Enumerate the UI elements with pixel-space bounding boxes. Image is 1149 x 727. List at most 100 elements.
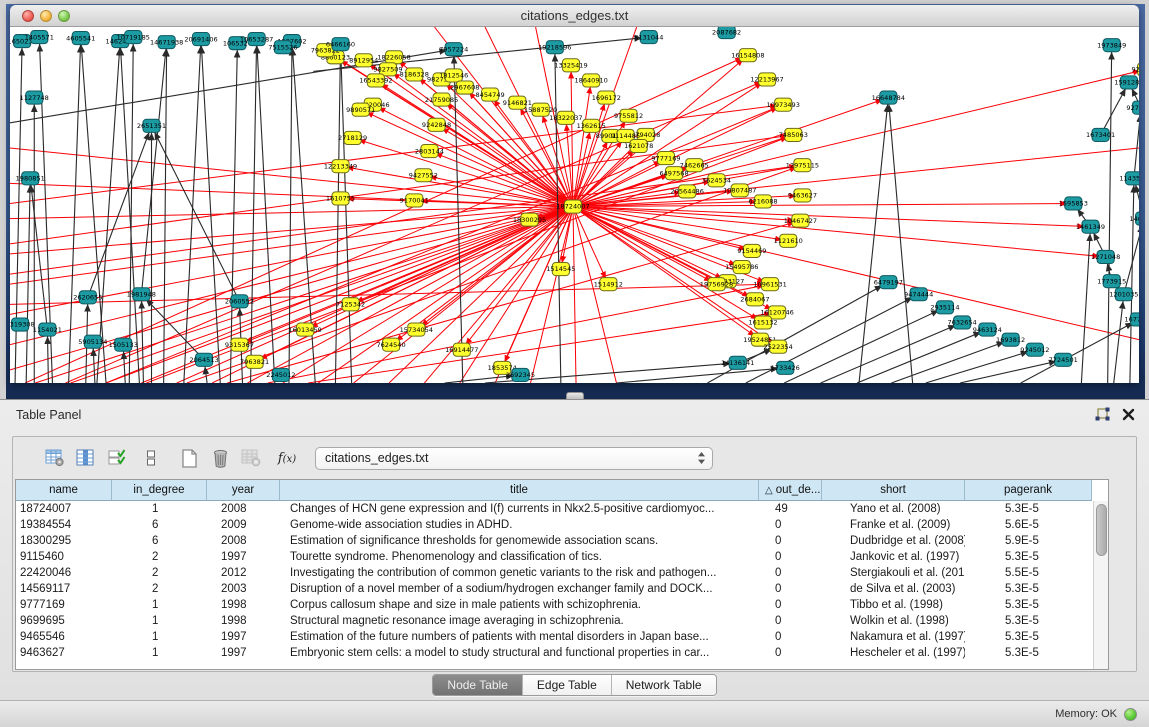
network-node[interactable]: 1610755 [326,192,355,205]
table-row[interactable]: 1830029562008Estimation of significance … [16,533,1108,549]
network-node[interactable]: 6216088 [748,195,777,208]
tab-edge-table[interactable]: Edge Table [522,675,611,696]
network-node[interactable]: 12213349 [324,160,357,173]
network-node[interactable]: 1773915 [1097,275,1126,288]
close-panel-icon[interactable] [1122,408,1135,426]
network-node[interactable]: 1461349 [1076,220,1105,233]
network-node[interactable]: 8454749 [476,88,505,101]
network-node[interactable]: 1319308 [10,318,35,331]
network-node[interactable]: 2245012 [266,368,295,381]
network-node[interactable]: 8186328 [400,68,429,81]
network-window-titlebar[interactable]: citations_edges.txt [10,5,1139,27]
network-node[interactable]: 21759085 [425,93,458,106]
network-node[interactable]: 9274126 [1126,101,1139,114]
column-visibility-icon[interactable] [73,446,97,470]
column-header-title[interactable]: title [280,480,759,501]
table-row[interactable]: 2242004622012Investigating the contribut… [16,565,1108,581]
table-scrollbar-thumb[interactable] [1096,504,1107,556]
network-node[interactable]: 9755812 [614,109,643,122]
network-node[interactable]: 7957224 [439,43,468,56]
network-node[interactable]: 7963821 [240,355,269,368]
table-settings-icon[interactable] [43,446,67,470]
network-node[interactable]: 2718129 [338,131,367,144]
network-node[interactable]: 7624540 [376,338,405,351]
network-node[interactable]: 1127748 [20,91,49,104]
row-selection-icon[interactable] [105,446,129,470]
column-header-short[interactable]: short [822,480,965,501]
network-node[interactable]: 1121610 [774,234,803,247]
network-node[interactable]: 1615132 [748,316,777,329]
table-row[interactable]: 977716911998Corpus callosum shape and si… [16,597,1108,613]
network-canvas[interactable]: 1872400788601238912954182260589827509165… [10,27,1139,383]
function-icon[interactable]: f(x) [275,446,299,470]
column-header-name[interactable]: name [16,480,112,501]
table-row[interactable]: 946362711997Embryonic stem cells: a mode… [16,645,1108,661]
network-node[interactable]: 2803144 [415,144,444,157]
network-node[interactable]: 9427552 [409,169,438,182]
network-node[interactable]: 1733426 [771,361,800,374]
trash-icon[interactable] [208,446,232,470]
network-node[interactable]: 1591287 [1114,76,1139,89]
network-node[interactable]: 2087682 [712,27,741,39]
network-node[interactable]: 1595853 [1059,197,1088,210]
network-node[interactable]: 1980851 [16,172,45,185]
delete-table-icon-disabled[interactable] [239,446,263,470]
network-node[interactable]: 10961531 [753,278,786,291]
network-node[interactable]: 16648784 [872,91,905,104]
network-node[interactable]: 20691406 [184,33,217,46]
network-node[interactable]: 14671938 [150,36,183,49]
network-node[interactable]: 1469203 [1129,212,1139,225]
network-node[interactable]: 7485063 [779,128,808,141]
network-node[interactable]: 10467427 [784,214,817,227]
table-row[interactable]: 1456911722003Disruption of a novel membe… [16,581,1108,597]
table-scrollbar[interactable] [1093,501,1108,669]
network-node[interactable]: 9227401 [1131,63,1139,76]
network-node[interactable]: 1693812 [996,333,1025,346]
column-header-in_degree[interactable]: in_degree [112,480,207,501]
network-node[interactable]: 1201035 [1109,288,1138,301]
network-node[interactable]: 15495786 [725,260,758,273]
network-node[interactable]: 19756928 [700,278,733,291]
network-node[interactable]: 8131044 [634,31,663,44]
split-pane-handle[interactable] [566,392,584,399]
network-node[interactable]: 9170041 [400,194,429,207]
network-node[interactable]: 10807487 [723,184,756,197]
network-node[interactable]: 18640910 [574,74,607,87]
network-node[interactable]: 1677206 [1124,313,1139,326]
column-header-out_degree[interactable]: △out_de... [759,480,822,501]
network-node[interactable]: 7724501 [1049,353,1078,366]
row-height-icon[interactable] [139,446,163,470]
table-row[interactable]: 1938455462009Genome-wide association stu… [16,517,1108,533]
memory-ok-indicator[interactable] [1124,708,1137,721]
network-node[interactable]: 9463627 [788,189,817,202]
network-node[interactable]: 1271048 [1091,250,1120,263]
network-node[interactable]: 4605541 [66,32,95,45]
table-selector-dropdown[interactable]: citations_edges.txt [315,447,713,470]
network-node[interactable]: 9474444 [904,288,933,301]
network-node[interactable]: 2651351 [137,119,166,132]
tab-network-table[interactable]: Network Table [611,675,716,696]
network-node[interactable]: 1696172 [592,91,621,104]
network-node[interactable]: 19218596 [538,41,571,54]
network-node[interactable]: 16914477 [445,343,478,356]
network-node[interactable]: 9777169 [651,152,680,165]
network-node[interactable]: 14136141 [721,356,754,369]
network-node[interactable]: 1621078 [624,139,653,152]
network-node[interactable]: 9154469 [737,244,766,257]
network-node[interactable]: 3624534 [702,174,731,187]
float-window-icon[interactable] [1095,407,1110,426]
network-node[interactable]: 16543392 [359,74,392,87]
network-node[interactable]: 1973849 [1097,39,1126,52]
network-node[interactable]: 16013459 [288,323,321,336]
table-row[interactable]: 946554611997Estimation of the future num… [16,629,1108,645]
network-svg[interactable]: 1872400788601238912954182260589827509165… [10,27,1139,383]
column-header-pagerank[interactable]: pagerank [965,480,1092,501]
network-node[interactable]: 6479197 [874,276,903,289]
network-node[interactable]: 2684067 [740,293,769,306]
table-row[interactable]: 969969511998Structural magnetic resonanc… [16,613,1108,629]
network-node[interactable]: 1154021 [33,323,62,336]
new-document-icon[interactable] [177,446,201,470]
network-node[interactable]: 1505133 [109,338,138,351]
network-node[interactable]: 9245012 [1020,343,1049,356]
tab-node-table[interactable]: Node Table [433,675,522,696]
